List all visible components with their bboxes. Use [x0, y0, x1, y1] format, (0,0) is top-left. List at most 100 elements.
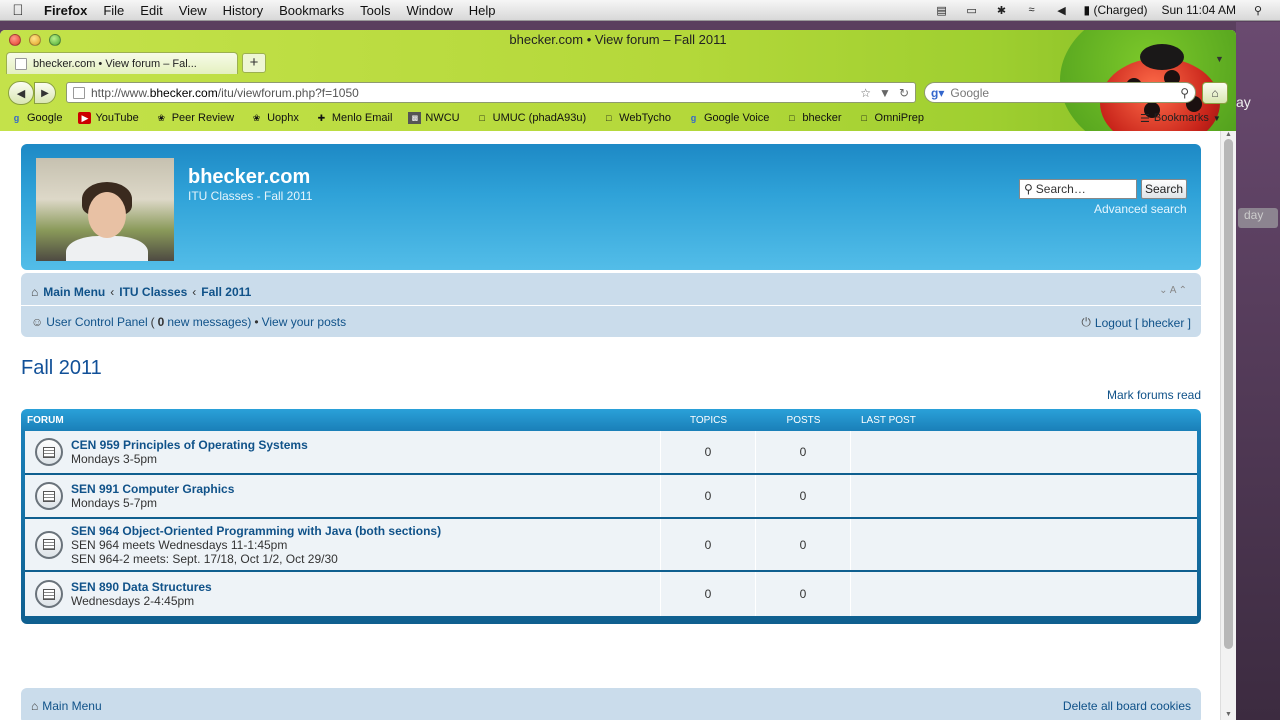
- new-tab-button[interactable]: +: [242, 53, 266, 73]
- forum-title-link[interactable]: SEN 890 Data Structures: [71, 580, 212, 594]
- page-title[interactable]: Fall 2011: [21, 357, 102, 380]
- forum-row: CEN 959 Principles of Operating Systems …: [25, 431, 1197, 475]
- display-icon[interactable]: ▤: [934, 4, 950, 17]
- window-title: bhecker.com • View forum – Fall 2011: [509, 32, 727, 47]
- forum-description: Wednesdays 2-4:45pm: [71, 594, 195, 608]
- search-bar-placeholder[interactable]: Google: [950, 86, 989, 100]
- url-bar[interactable]: http://www.bhecker.com/itu/viewforum.php…: [66, 82, 916, 103]
- forum-title-link[interactable]: SEN 964 Object-Oriented Programming with…: [71, 524, 441, 538]
- bookmark-menlo-email[interactable]: ✚ Menlo Email: [315, 112, 393, 124]
- wifi-icon[interactable]: ≈: [1024, 4, 1040, 16]
- scroll-down-icon[interactable]: ▼: [1225, 711, 1232, 718]
- bookmark-peer-review[interactable]: ❀ Peer Review: [155, 112, 234, 124]
- browser-toolbar: bhecker.com • View forum – Fall 2011 bhe…: [0, 30, 1236, 131]
- scrollbar-thumb[interactable]: [1224, 139, 1233, 649]
- search-bar[interactable]: g▾ Google ⚲: [924, 82, 1196, 103]
- new-messages-link[interactable]: new messages): [167, 315, 251, 329]
- site-logo-photo[interactable]: [36, 158, 174, 261]
- chevron-down-icon: ▼: [1212, 113, 1221, 123]
- scroll-up-icon[interactable]: ▲: [1225, 131, 1232, 138]
- menu-view[interactable]: View: [171, 3, 215, 18]
- forum-description: SEN 964-2 meets: Sept. 17/18, Oct 1/2, O…: [71, 551, 338, 566]
- crumb-fall-2011[interactable]: Fall 2011: [201, 285, 251, 299]
- breadcrumb: ⌂ Main Menu ‹ ITU Classes ‹ Fall 2011: [31, 285, 251, 299]
- footer-main-menu-link[interactable]: ⌂ Main Menu: [31, 699, 102, 713]
- forum-row: SEN 890 Data Structures Wednesdays 2-4:4…: [25, 572, 1197, 616]
- battery-status[interactable]: ▮ (Charged): [1084, 3, 1148, 17]
- column-forum: FORUM: [27, 414, 64, 426]
- tab-list-icon[interactable]: ▼: [1215, 54, 1224, 64]
- home-icon: ⌂: [1211, 86, 1219, 100]
- crumb-main-menu[interactable]: Main Menu: [43, 285, 105, 299]
- reload-icon[interactable]: ↻: [899, 86, 909, 100]
- bookmarks-menu-icon: ☰: [1140, 112, 1150, 125]
- bookmarks-menu-button[interactable]: ☰ Bookmarks ▼: [1140, 109, 1221, 127]
- star-icon[interactable]: ☆: [860, 86, 871, 100]
- forward-button[interactable]: ▶: [34, 82, 56, 104]
- home-icon: ⌂: [31, 285, 39, 299]
- font-size-change-icon[interactable]: ⌄ A ⌃: [1159, 285, 1187, 296]
- delete-cookies-link[interactable]: Delete all board cookies: [1063, 699, 1191, 713]
- google-icon: g: [690, 113, 697, 123]
- bookmark-uophx[interactable]: ❀ Uophx: [250, 112, 299, 124]
- forum-row: SEN 991 Computer Graphics Mondays 5-7pm …: [25, 475, 1197, 519]
- menlo-icon: ✚: [317, 112, 326, 123]
- menu-edit[interactable]: Edit: [132, 3, 170, 18]
- google-icon[interactable]: g▾: [931, 86, 944, 100]
- ucp-link[interactable]: User Control Panel: [46, 315, 147, 329]
- forum-title-link[interactable]: SEN 991 Computer Graphics: [71, 482, 234, 496]
- header-search-button[interactable]: Search: [1141, 179, 1187, 199]
- footer-navbar: ⌂ Main Menu Delete all board cookies: [21, 688, 1201, 720]
- bookmark-nwcu[interactable]: ▩ NWCU: [408, 112, 460, 124]
- forum-read-icon: [35, 482, 63, 510]
- header-search-input[interactable]: ⚲ Search…: [1019, 179, 1137, 199]
- airplay-icon[interactable]: ▭: [964, 4, 980, 17]
- crumb-separator-icon: ‹: [110, 285, 115, 299]
- forum-posts-count: 0: [756, 519, 851, 570]
- url-text[interactable]: http://www.bhecker.com/itu/viewforum.php…: [91, 86, 359, 100]
- bluetooth-icon[interactable]: ✱: [994, 4, 1010, 17]
- menu-history[interactable]: History: [215, 3, 271, 18]
- menu-bookmarks[interactable]: Bookmarks: [271, 3, 352, 18]
- mark-forums-read-link[interactable]: Mark forums read: [1107, 388, 1201, 402]
- browser-tab[interactable]: bhecker.com • View forum – Fal...: [6, 52, 238, 74]
- spotlight-icon[interactable]: ⚲: [1250, 4, 1266, 17]
- home-button[interactable]: ⌂: [1202, 82, 1228, 104]
- bookmark-umuc[interactable]: □ UMUC (phadA93u): [476, 112, 586, 124]
- search-icon[interactable]: ⚲: [1180, 86, 1189, 100]
- clock[interactable]: Sun 11:04 AM: [1162, 3, 1237, 17]
- forum-last-post: [851, 519, 1197, 570]
- url-dropdown-icon[interactable]: ▼: [879, 86, 891, 100]
- search-icon: ⚲: [1024, 182, 1033, 196]
- view-your-posts-link[interactable]: View your posts: [262, 315, 347, 329]
- bookmark-webtycho[interactable]: □ WebTycho: [602, 112, 671, 124]
- bookmark-bhecker[interactable]: □ bhecker: [785, 112, 841, 124]
- google-icon: g: [13, 113, 20, 123]
- site-description: ITU Classes - Fall 2011: [188, 189, 313, 203]
- advanced-search-link[interactable]: Advanced search: [1094, 202, 1187, 216]
- menu-window[interactable]: Window: [399, 3, 461, 18]
- menu-tools[interactable]: Tools: [352, 3, 398, 18]
- forum-title-link[interactable]: CEN 959 Principles of Operating Systems: [71, 438, 308, 452]
- bookmark-youtube[interactable]: ▶ YouTube: [78, 112, 139, 124]
- new-messages-count[interactable]: 0: [158, 315, 165, 329]
- bookmark-google-voice[interactable]: g Google Voice: [687, 112, 770, 124]
- column-topics: TOPICS: [689, 414, 728, 426]
- arrow-left-icon: ◀: [16, 87, 26, 100]
- logout-link[interactable]: ⏻ Logout [ bhecker ]: [1081, 315, 1191, 330]
- back-button[interactable]: ◀: [8, 81, 34, 105]
- vertical-scrollbar[interactable]: ▲ ▼: [1220, 131, 1236, 720]
- menu-app[interactable]: Firefox: [36, 3, 95, 18]
- menu-help[interactable]: Help: [461, 3, 504, 18]
- volume-icon[interactable]: ◀: [1054, 4, 1070, 17]
- bookmark-google[interactable]: g Google: [10, 112, 63, 124]
- crumb-itu-classes[interactable]: ITU Classes: [119, 285, 187, 299]
- os-menubar:  Firefox File Edit View History Bookmar…: [0, 0, 1280, 21]
- apple-icon[interactable]: : [0, 2, 36, 19]
- forum-read-icon: [35, 438, 63, 466]
- column-posts: POSTS: [786, 414, 821, 426]
- menu-file[interactable]: File: [95, 3, 132, 18]
- bookmark-omniprep[interactable]: □ OmniPrep: [858, 112, 924, 124]
- forum-topics-count: 0: [661, 475, 756, 517]
- site-identity-icon[interactable]: [73, 86, 85, 99]
